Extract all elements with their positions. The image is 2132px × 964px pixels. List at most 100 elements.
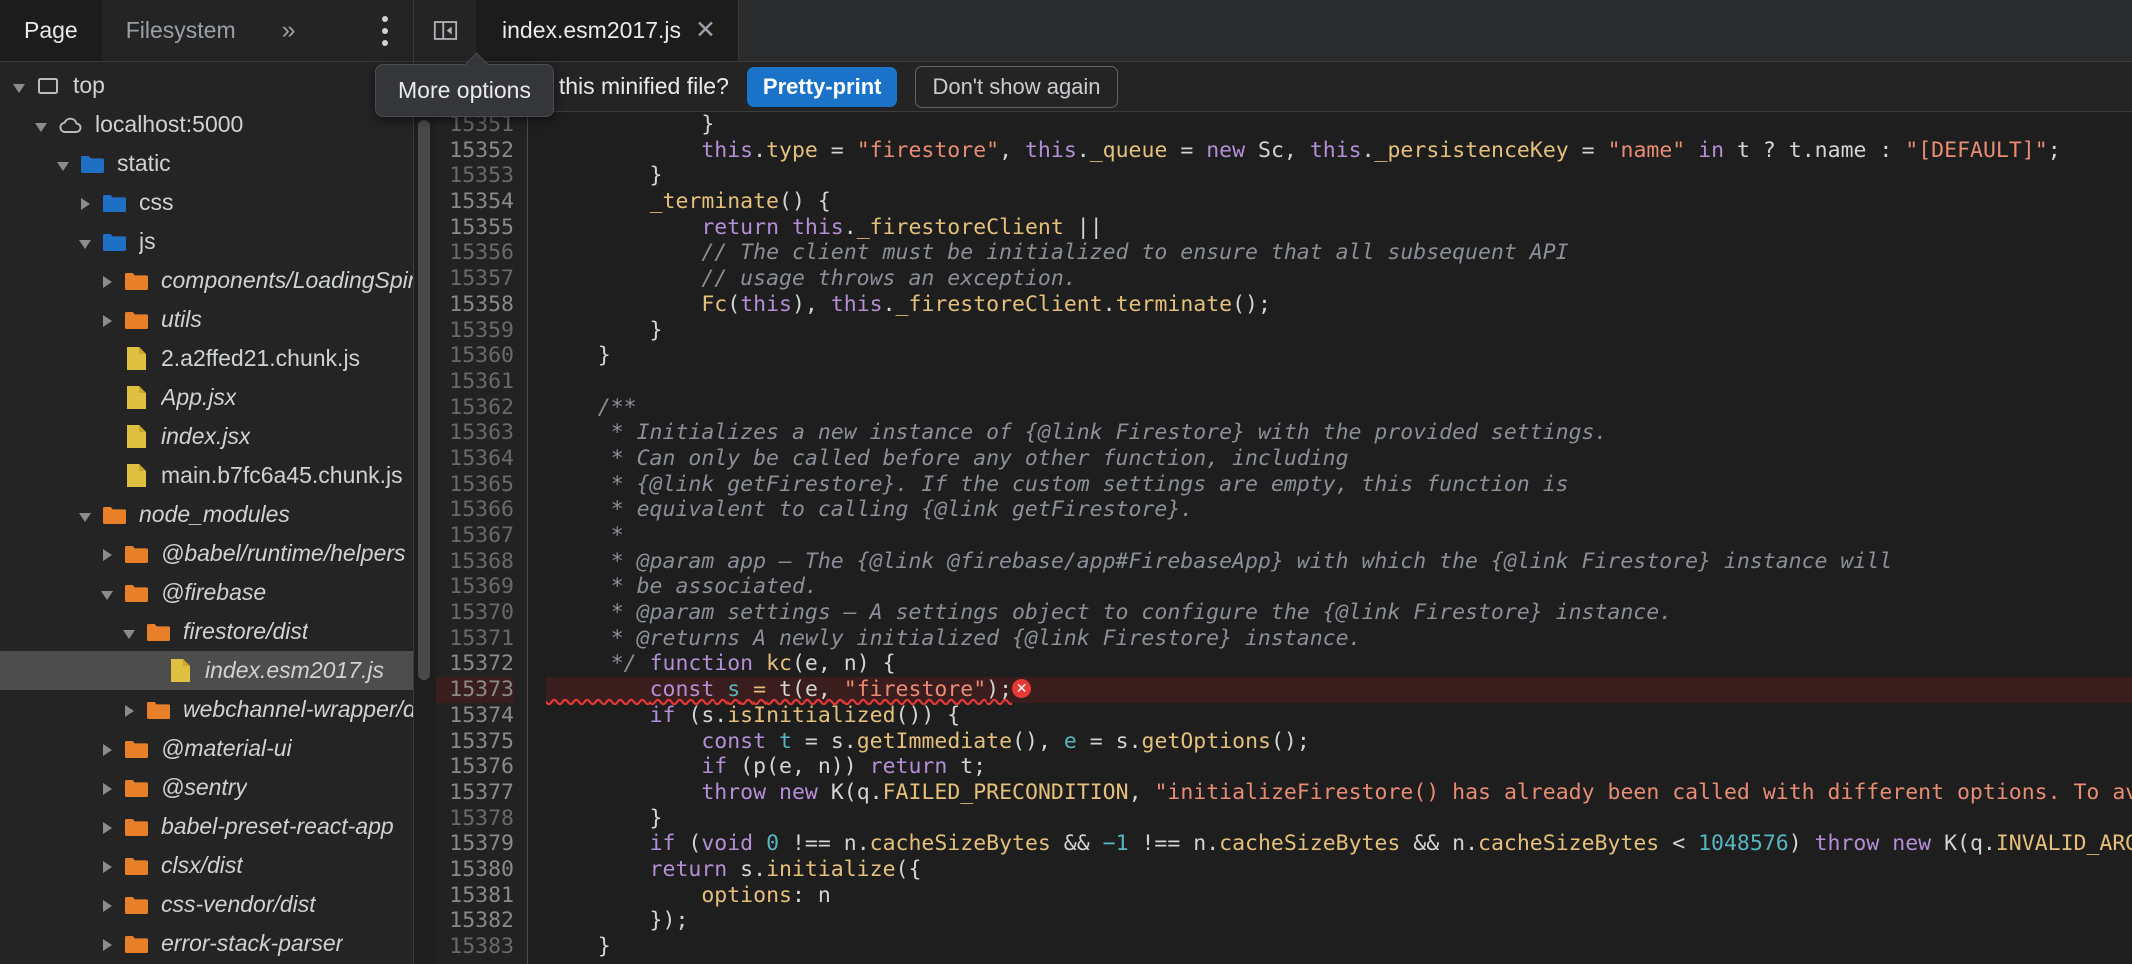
code-line[interactable]: return s.initialize({: [546, 857, 2132, 883]
tree-item-firestore-dist[interactable]: firestore/dist: [0, 612, 413, 651]
code-line[interactable]: _terminate() {: [546, 189, 2132, 215]
dont-show-again-button[interactable]: Don't show again: [915, 65, 1118, 108]
code-line[interactable]: * Initializes a new instance of {@link F…: [546, 420, 2132, 446]
line-number[interactable]: 15378: [436, 806, 514, 832]
code-line[interactable]: /**: [546, 395, 2132, 421]
disclosure-triangle-down-icon[interactable]: [72, 501, 98, 528]
line-number[interactable]: 15356: [436, 240, 514, 266]
code-line[interactable]: }: [546, 163, 2132, 189]
line-number[interactable]: 15352: [436, 138, 514, 164]
line-number[interactable]: 15381: [436, 883, 514, 909]
tree-item--sentry[interactable]: @sentry: [0, 768, 413, 807]
tree-item-error-stack-parser[interactable]: error-stack-parser: [0, 924, 413, 963]
disclosure-triangle-right-icon[interactable]: [94, 930, 120, 957]
line-number[interactable]: 15366: [436, 497, 514, 523]
disclosure-triangle-down-icon[interactable]: [72, 228, 98, 255]
code-line[interactable]: [546, 369, 2132, 395]
tree-item-components-loadingspinner[interactable]: components/LoadingSpinner: [0, 261, 413, 300]
code-line[interactable]: return this._firestoreClient ||: [546, 215, 2132, 241]
scrollbar-thumb[interactable]: [418, 120, 430, 680]
line-number[interactable]: 15363: [436, 420, 514, 446]
more-options-button[interactable]: [357, 0, 413, 61]
code-line[interactable]: *: [546, 523, 2132, 549]
code-line[interactable]: // The client must be initialized to ens…: [546, 240, 2132, 266]
line-number[interactable]: 15360: [436, 343, 514, 369]
tree-item-css-vendor-dist[interactable]: css-vendor/dist: [0, 885, 413, 924]
disclosure-triangle-down-icon[interactable]: [116, 618, 142, 645]
code-line[interactable]: * @returns A newly initialized {@link Fi…: [546, 626, 2132, 652]
tree-item-js[interactable]: js: [0, 222, 413, 261]
code-line[interactable]: Fc(this), this._firestoreClient.terminat…: [546, 292, 2132, 318]
tree-item-css[interactable]: css: [0, 183, 413, 222]
tree-item-node-modules[interactable]: node_modules: [0, 495, 413, 534]
line-number[interactable]: 15383: [436, 934, 514, 960]
line-number[interactable]: 15357: [436, 266, 514, 292]
pretty-print-button[interactable]: Pretty-print: [746, 66, 898, 107]
line-number[interactable]: 15364: [436, 446, 514, 472]
tree-item--firebase[interactable]: @firebase: [0, 573, 413, 612]
line-number[interactable]: 15376: [436, 754, 514, 780]
tree-item-main-b7fc6a45-chunk-js[interactable]: main.b7fc6a45.chunk.js: [0, 456, 413, 495]
line-number[interactable]: 15382: [436, 908, 514, 934]
code-line[interactable]: * @param app – The {@link @firebase/app#…: [546, 549, 2132, 575]
code-line[interactable]: this.type = "firestore", this._queue = n…: [546, 138, 2132, 164]
tree-item-webchannel-wrapper-dist[interactable]: webchannel-wrapper/dist: [0, 690, 413, 729]
editor-tab-index-esm2017-js[interactable]: index.esm2017.js ✕: [476, 0, 739, 61]
line-number[interactable]: 15375: [436, 729, 514, 755]
more-tabs-icon[interactable]: »: [260, 0, 318, 61]
line-number[interactable]: 15379: [436, 831, 514, 857]
code-line[interactable]: }: [546, 318, 2132, 344]
line-number[interactable]: 15369: [436, 574, 514, 600]
line-number[interactable]: 15354: [436, 189, 514, 215]
line-number[interactable]: 15377: [436, 780, 514, 806]
code-line[interactable]: */ function kc(e, n) {: [546, 651, 2132, 677]
tree-item-utils[interactable]: utils: [0, 300, 413, 339]
disclosure-triangle-right-icon[interactable]: [94, 267, 120, 294]
line-number[interactable]: 15380: [436, 857, 514, 883]
disclosure-triangle-down-icon[interactable]: [94, 579, 120, 606]
line-number[interactable]: 15365: [436, 472, 514, 498]
nav-tab-filesystem[interactable]: Filesystem: [102, 0, 260, 61]
code-line[interactable]: const s = t(e, "firestore"); ✕: [546, 677, 2132, 703]
tree-item-index-jsx[interactable]: index.jsx: [0, 417, 413, 456]
tree-item-2-a2ffed21-chunk-js[interactable]: 2.a2ffed21.chunk.js: [0, 339, 413, 378]
tree-item-static[interactable]: static: [0, 144, 413, 183]
disclosure-triangle-right-icon[interactable]: [94, 306, 120, 333]
code-line[interactable]: // usage throws an exception.: [546, 266, 2132, 292]
tree-item-clsx-dist[interactable]: clsx/dist: [0, 846, 413, 885]
code-line[interactable]: const t = s.getImmediate(), e = s.getOpt…: [546, 729, 2132, 755]
code-line[interactable]: if (p(e, n)) return t;: [546, 754, 2132, 780]
line-number[interactable]: 15355: [436, 215, 514, 241]
line-number[interactable]: 15367: [436, 523, 514, 549]
line-number[interactable]: 15368: [436, 549, 514, 575]
tree-item-index-esm2017-js[interactable]: index.esm2017.js: [0, 651, 413, 690]
line-number[interactable]: 15359: [436, 318, 514, 344]
code-line[interactable]: }: [546, 343, 2132, 369]
line-number[interactable]: 15374: [436, 703, 514, 729]
code-line[interactable]: if (void 0 !== n.cacheSizeBytes && −1 !=…: [546, 831, 2132, 857]
line-number[interactable]: 15371: [436, 626, 514, 652]
code-line[interactable]: * Can only be called before any other fu…: [546, 446, 2132, 472]
line-number[interactable]: 15373: [436, 677, 514, 703]
error-marker-icon[interactable]: ✕: [1012, 678, 1032, 698]
disclosure-triangle-right-icon[interactable]: [94, 813, 120, 840]
code-line[interactable]: * {@link getFirestore}. If the custom se…: [546, 472, 2132, 498]
file-tree[interactable]: top localhost:5000 static css js components/L…: [0, 62, 413, 964]
code-line[interactable]: options: n: [546, 883, 2132, 909]
disclosure-triangle-right-icon[interactable]: [72, 189, 98, 216]
code-line[interactable]: * @param settings – A settings object to…: [546, 600, 2132, 626]
disclosure-triangle-right-icon[interactable]: [94, 852, 120, 879]
code-line[interactable]: }: [546, 934, 2132, 960]
code-view[interactable]: 15351 15352 15353 15354 15355 15356 15357 15358…: [436, 112, 2132, 964]
line-number[interactable]: 15370: [436, 600, 514, 626]
tree-item--material-ui[interactable]: @material-ui: [0, 729, 413, 768]
line-number[interactable]: 15362: [436, 395, 514, 421]
tree-item-babel-preset-react-app[interactable]: babel-preset-react-app: [0, 807, 413, 846]
disclosure-triangle-down-icon[interactable]: [6, 72, 32, 99]
disclosure-triangle-right-icon[interactable]: [94, 735, 120, 762]
disclosure-triangle-right-icon[interactable]: [94, 774, 120, 801]
line-number[interactable]: 15361: [436, 369, 514, 395]
close-icon[interactable]: ✕: [695, 18, 716, 43]
code-line[interactable]: }: [546, 806, 2132, 832]
line-number[interactable]: 15358: [436, 292, 514, 318]
